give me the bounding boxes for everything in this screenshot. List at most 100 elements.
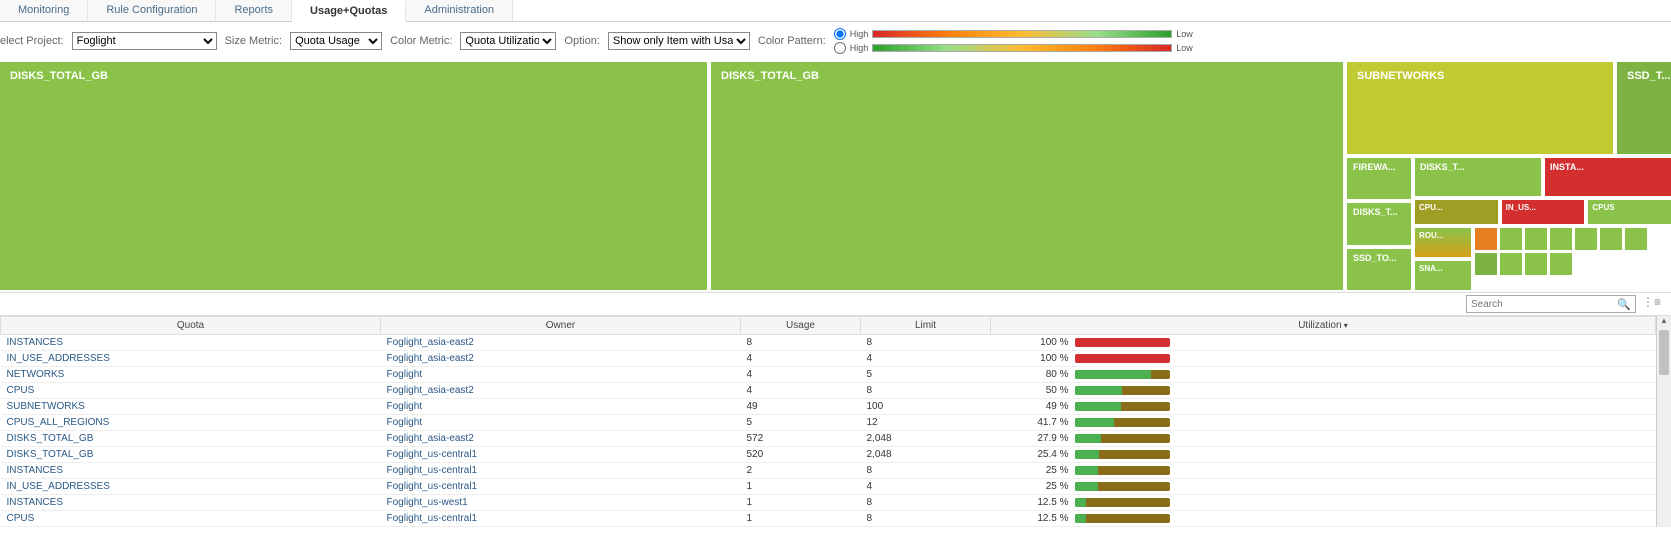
util-percent: 50 % [1027,385,1069,396]
table-row[interactable]: INSTANCESFoglight_us-west11812.5 % [1,495,1656,511]
cell-usage: 1 [741,495,861,511]
cell-utilization: 49 % [991,399,1656,415]
cell-limit: 2,048 [861,431,991,447]
cell-quota: IN_USE_ADDRESSES [1,351,381,367]
tab-monitoring[interactable]: Monitoring [0,0,88,21]
pattern-low-label-2: Low [1176,43,1193,53]
scroll-up-icon[interactable]: ▲ [1657,316,1671,325]
table-row[interactable]: DISKS_TOTAL_GBFoglight_us-central15202,0… [1,447,1656,463]
table-row[interactable]: CPUSFoglight_us-central11812.5 % [1,511,1656,527]
scroll-thumb[interactable] [1659,330,1669,375]
table-row[interactable]: IN_USE_ADDRESSESFoglight_asia-east244100… [1,351,1656,367]
size-metric-label: Size Metric: [225,35,282,47]
cell-owner: Foglight_asia-east2 [381,351,741,367]
table-row[interactable]: CPUS_ALL_REGIONSFoglight51241.7 % [1,415,1656,431]
treemap-tiny-tile[interactable] [1500,253,1522,275]
cell-owner: Foglight_asia-east2 [381,335,741,351]
treemap: DISKS_TOTAL_GB DISKS_TOTAL_GB SUBNETWORK… [0,62,1671,290]
treemap-tiny-tile[interactable] [1500,228,1522,250]
treemap-tile-firewa[interactable]: FIREWA... [1347,158,1411,199]
util-bar [1075,338,1170,347]
cell-limit: 8 [861,383,991,399]
gradient-green-red [872,44,1172,52]
table-row[interactable]: DISKS_TOTAL_GBFoglight_asia-east25722,04… [1,431,1656,447]
treemap-tile-subnetworks[interactable]: SUBNETWORKS [1347,62,1613,154]
util-percent: 27.9 % [1027,433,1069,444]
cell-limit: 8 [861,463,991,479]
treemap-tiny-tile[interactable] [1525,253,1547,275]
table-row[interactable]: INSTANCESFoglight_us-central12825 % [1,463,1656,479]
treemap-tile-ssd-t[interactable]: SSD_T... [1617,62,1671,154]
col-limit[interactable]: Limit [861,317,991,335]
treemap-tiny-tile[interactable] [1475,228,1497,250]
size-metric-select[interactable]: Quota Usage [290,32,382,50]
treemap-tile-cpus[interactable]: CPUS [1588,200,1671,224]
cell-quota: INSTANCES [1,335,381,351]
tab-usage-quotas[interactable]: Usage+Quotas [292,1,406,22]
table-header-row: Quota Owner Usage Limit Utilization [1,317,1656,335]
cell-quota: SUBNETWORKS [1,399,381,415]
col-owner[interactable]: Owner [381,317,741,335]
col-quota[interactable]: Quota [1,317,381,335]
util-bar [1075,482,1170,491]
cell-quota: DISKS_TOTAL_GB [1,431,381,447]
util-bar [1075,354,1170,363]
pattern-radio-2[interactable] [834,42,846,54]
treemap-tiny-tile[interactable] [1475,253,1497,275]
treemap-tile-sna[interactable]: SNA... [1415,261,1471,290]
table-row[interactable]: CPUSFoglight_asia-east24850 % [1,383,1656,399]
table-options-icon[interactable]: ⋮≡ [1642,295,1661,313]
cell-quota: INSTANCES [1,463,381,479]
treemap-tile-disks-total-gb-2[interactable]: DISKS_TOTAL_GB [711,62,1343,290]
treemap-tiny-tile[interactable] [1525,228,1547,250]
tab-rule-configuration[interactable]: Rule Configuration [88,0,216,21]
option-label: Option: [564,35,599,47]
project-select[interactable]: Foglight [72,32,217,50]
treemap-tile-disks-total-gb-1[interactable]: DISKS_TOTAL_GB [0,62,707,290]
treemap-tile-disks-t-2[interactable]: DISKS_T... [1347,203,1411,244]
pattern-low-label: Low [1176,29,1193,39]
search-input[interactable] [1471,299,1617,310]
search-box[interactable]: 🔍 [1466,295,1636,313]
table-row[interactable]: NETWORKSFoglight4580 % [1,367,1656,383]
util-percent: 49 % [1027,401,1069,412]
table-row[interactable]: IN_USE_ADDRESSESFoglight_us-central11425… [1,479,1656,495]
treemap-tile-in-us[interactable]: IN_US... [1502,200,1585,224]
col-utilization[interactable]: Utilization [991,317,1656,335]
cell-limit: 5 [861,367,991,383]
tab-reports[interactable]: Reports [216,0,292,21]
color-metric-select[interactable]: Quota Utilization [460,32,556,50]
table-row[interactable]: SUBNETWORKSFoglight4910049 % [1,399,1656,415]
util-percent: 80 % [1027,369,1069,380]
table-row[interactable]: INSTANCESFoglight_asia-east288100 % [1,335,1656,351]
treemap-tiny-tile[interactable] [1575,228,1597,250]
treemap-tile-ssd-to[interactable]: SSD_TO... [1347,249,1411,290]
cell-quota: CPUS [1,511,381,527]
table-scrollbar[interactable]: ▲ [1656,316,1671,527]
treemap-tile-cpu[interactable]: CPU... [1415,200,1498,224]
col-usage[interactable]: Usage [741,317,861,335]
util-percent: 12.5 % [1027,513,1069,524]
pattern-radio-1[interactable] [834,28,846,40]
treemap-tiny-tile[interactable] [1625,228,1647,250]
cell-utilization: 100 % [991,351,1656,367]
treemap-tile-insta[interactable]: INSTA... [1545,158,1671,196]
cell-quota: DISKS_TOTAL_GB [1,447,381,463]
search-row: 🔍 ⋮≡ [0,292,1671,316]
tab-administration[interactable]: Administration [406,0,513,21]
cell-owner: Foglight [381,399,741,415]
filter-bar: elect Project: Foglight Size Metric: Quo… [0,22,1671,60]
option-select[interactable]: Show only Item with Usage [608,32,750,50]
treemap-tile-disks-t-1[interactable]: DISKS_T... [1415,158,1541,196]
search-icon[interactable]: 🔍 [1617,298,1631,311]
cell-limit: 100 [861,399,991,415]
util-percent: 41.7 % [1027,417,1069,428]
cell-usage: 4 [741,383,861,399]
treemap-tiny-tile[interactable] [1550,228,1572,250]
cell-owner: Foglight_asia-east2 [381,431,741,447]
cell-limit: 8 [861,335,991,351]
treemap-tile-rou[interactable]: ROU... [1415,228,1471,257]
color-pattern-label: Color Pattern: [758,35,826,47]
treemap-tiny-tile[interactable] [1600,228,1622,250]
treemap-tiny-tile[interactable] [1550,253,1572,275]
